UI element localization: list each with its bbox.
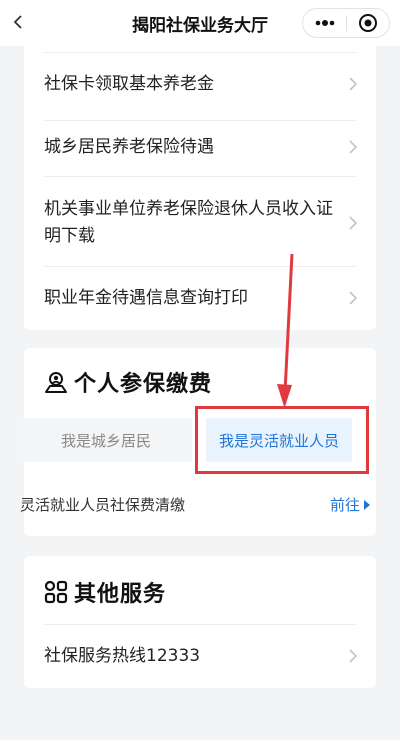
section-title: 个人参保缴费	[74, 372, 213, 397]
tab-urban-rural-resident[interactable]: 我是城乡居民	[20, 418, 192, 462]
mini-program-capsule	[302, 8, 390, 38]
list-item-resident-pension[interactable]: 城乡居民养老保险待遇	[24, 122, 376, 172]
list-item-pension-by-card[interactable]: 社保卡领取基本养老金	[24, 60, 376, 108]
person-shield-icon	[45, 372, 67, 393]
goto-label: 前往	[329, 496, 360, 514]
list-item-occupational-annuity[interactable]: 职业年金待遇信息查询打印	[24, 274, 376, 322]
chevron-right-icon	[349, 77, 358, 91]
section-header: 其他服务	[44, 576, 166, 608]
list-item-label: 职业年金待遇信息查询打印	[44, 288, 248, 308]
target-close-icon	[358, 14, 377, 32]
close-mini-program-button[interactable]	[347, 8, 389, 38]
section-title: 其他服务	[74, 582, 167, 607]
page-title: 揭阳社保业务大厅	[132, 15, 268, 36]
divider	[44, 52, 356, 53]
chevron-right-icon	[349, 291, 358, 305]
other-services-card: 其他服务 社保服务热线12333	[24, 556, 376, 688]
more-dots-icon	[315, 20, 334, 26]
service-list-card: 社保卡领取基本养老金 城乡居民养老保险待遇 机关事业单位养老保险退休人员收入证明…	[24, 46, 376, 330]
more-button[interactable]	[303, 8, 346, 38]
chevron-right-icon	[349, 216, 358, 230]
divider	[44, 120, 356, 121]
chevron-right-icon	[349, 140, 358, 154]
divider	[44, 624, 356, 625]
list-item-hotline[interactable]: 社保服务热线12333	[24, 632, 376, 680]
tab-flexible-employment[interactable]: 我是灵活就业人员	[206, 418, 352, 462]
chevron-right-icon	[349, 649, 358, 663]
chevron-left-icon	[13, 15, 22, 29]
triangle-right-icon	[364, 499, 370, 510]
back-button[interactable]	[6, 10, 30, 34]
list-item-retiree-income-proof[interactable]: 机关事业单位养老保险退休人员收入证明下载	[24, 186, 376, 260]
top-nav-bar: 揭阳社保业务大厅	[0, 0, 400, 46]
divider	[44, 266, 356, 267]
grid-apps-icon	[44, 580, 68, 604]
goto-link[interactable]: 前往	[330, 494, 370, 515]
list-item-label: 机关事业单位养老保险退休人员收入证明下载	[44, 199, 333, 246]
list-item-label: 社保服务热线12333	[44, 646, 201, 666]
flexible-payment-label: 灵活就业人员社保费清缴	[20, 496, 186, 514]
divider	[44, 176, 356, 177]
section-header: 个人参保缴费	[44, 366, 212, 398]
list-item-label: 社保卡领取基本养老金	[44, 74, 214, 94]
list-item-label: 城乡居民养老保险待遇	[44, 137, 214, 157]
